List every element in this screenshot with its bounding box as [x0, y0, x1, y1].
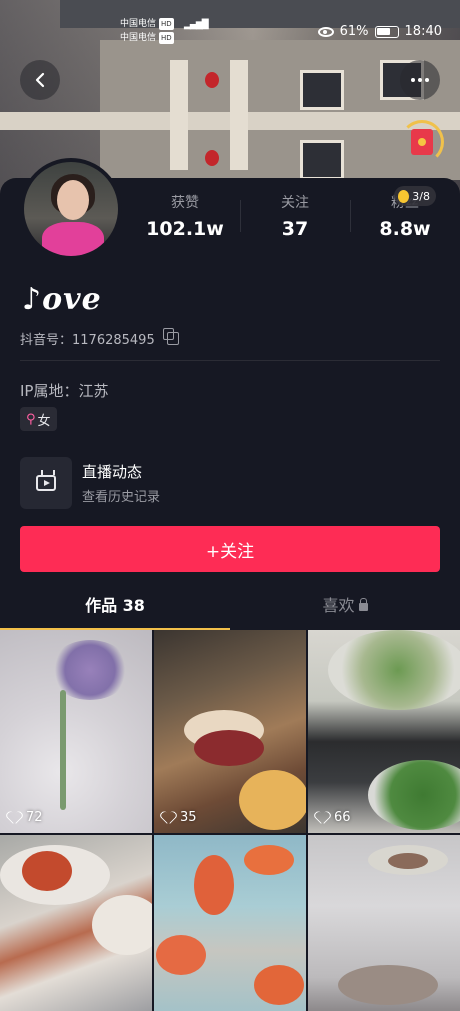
status-right: 61% 18:40 [317, 24, 442, 39]
carrier-label: 中国电信 HD [120, 18, 174, 30]
fans-badge-text: 3/8 [412, 189, 430, 203]
status-bar: 中国电信 HD 中国电信 HD ▂▄▆█ 61% 18:40 [0, 14, 460, 48]
building-column [170, 60, 188, 170]
tv-icon [36, 475, 56, 491]
signal-icon: ▂▄▆█ [184, 20, 209, 30]
live-subtitle: 查看历史记录 [82, 490, 161, 505]
follow-button[interactable]: +关注 [20, 526, 440, 572]
lantern [205, 72, 219, 88]
lantern [205, 150, 219, 166]
stat-following[interactable]: 关注 37 [240, 192, 350, 240]
building-window [300, 70, 344, 110]
back-button[interactable] [20, 60, 60, 100]
fans-badge[interactable]: 3/8 [394, 186, 436, 206]
avatar[interactable] [20, 158, 122, 260]
gender-tag: ⚲ 女 [20, 407, 57, 431]
video-thumbnail[interactable]: 72 [0, 630, 152, 833]
nickname: ♪ove [22, 282, 102, 317]
clock: 18:40 [404, 24, 442, 39]
stat-value: 37 [281, 218, 309, 240]
divider [20, 360, 440, 361]
video-likes: 72 [8, 810, 43, 825]
battery-percent: 61% [339, 24, 369, 39]
tab-likes[interactable]: 喜欢 [230, 588, 460, 630]
stat-value: 102.1w [146, 218, 224, 240]
live-title: 直播动态 [82, 463, 143, 481]
eye-icon [317, 26, 334, 37]
stat-label: 获赞 [171, 195, 199, 211]
live-history-card[interactable]: 直播动态 查看历史记录 [20, 456, 440, 510]
video-grid: 72 35 66 [0, 630, 460, 1011]
video-thumbnail[interactable]: 66 [308, 630, 460, 833]
heart-icon [162, 812, 176, 824]
video-likes: 35 [162, 810, 197, 825]
video-thumbnail[interactable] [0, 835, 152, 1011]
tab-label: 喜欢 [322, 596, 355, 615]
ip-location: IP属地：江苏 [20, 382, 109, 400]
carrier-label: 中国电信 HD [120, 32, 174, 44]
douyin-id-text: 抖音号：1176285495 [20, 333, 155, 348]
more-button[interactable] [400, 60, 440, 100]
building-column [230, 60, 248, 170]
heart-icon [316, 812, 330, 824]
stat-value: 8.8w [379, 218, 431, 240]
red-packet-icon [411, 129, 433, 155]
red-packet-button[interactable] [400, 120, 444, 164]
stat-label: 关注 [281, 195, 309, 211]
copy-icon[interactable] [162, 328, 179, 345]
tab-works[interactable]: 作品 38 [0, 588, 230, 630]
video-thumbnail[interactable] [308, 835, 460, 1011]
stat-likes[interactable]: 获赞 102.1w [130, 192, 240, 240]
lock-icon [358, 597, 368, 611]
douyin-id[interactable]: 抖音号：1176285495 [20, 328, 179, 348]
female-icon: ⚲ [26, 411, 36, 427]
heart-icon [8, 812, 22, 824]
battery-icon [374, 25, 399, 38]
tab-label: 作品 38 [85, 596, 145, 615]
building-window [300, 140, 344, 180]
video-thumbnail[interactable] [154, 835, 306, 1011]
gender-label: 女 [37, 413, 51, 429]
video-thumbnail[interactable]: 35 [154, 630, 306, 833]
back-arrow-icon [35, 72, 45, 88]
coin-icon [398, 189, 410, 203]
video-likes: 66 [316, 810, 351, 825]
more-dots-icon [411, 78, 429, 82]
live-icon-box [20, 457, 72, 509]
content-tabs: 作品 38 喜欢 [0, 588, 460, 630]
